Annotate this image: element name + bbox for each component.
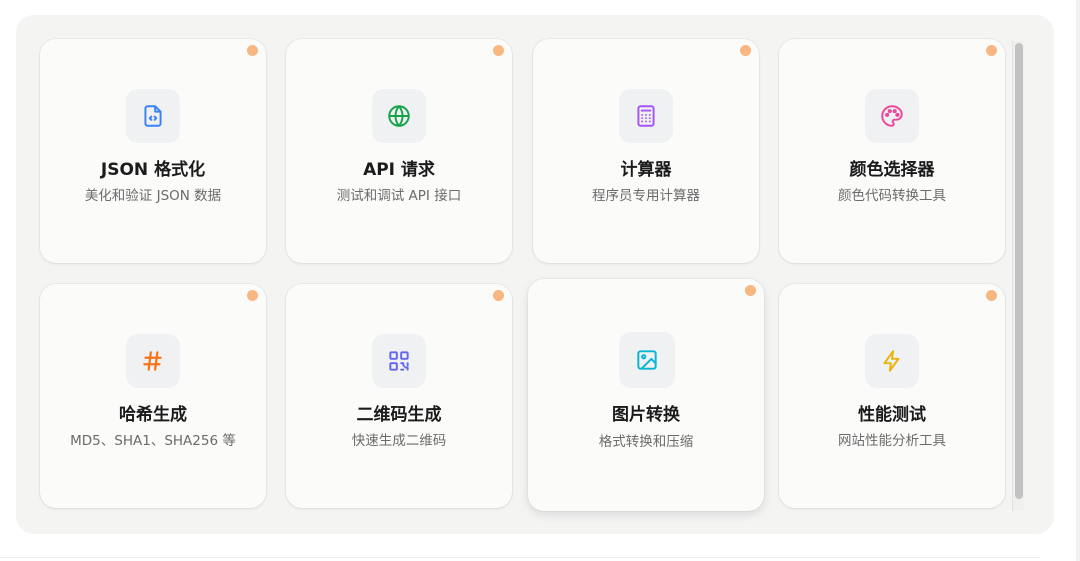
tool-card-color-picker[interactable]: 颜色选择器 颜色代码转换工具 — [779, 39, 1005, 263]
hash-icon — [126, 334, 180, 388]
tool-title: 二维码生成 — [356, 405, 442, 425]
tool-subtitle: 网站性能分析工具 — [838, 433, 946, 449]
tool-title: 性能测试 — [858, 405, 926, 425]
qr-code-icon — [372, 334, 426, 388]
tool-title: 计算器 — [620, 160, 672, 180]
tool-subtitle: MD5、SHA1、SHA256 等 — [70, 433, 236, 449]
tool-subtitle: 格式转换和压缩 — [598, 434, 694, 450]
tool-subtitle: 颜色代码转换工具 — [838, 188, 946, 204]
scrollbar-thumb[interactable] — [1015, 43, 1023, 499]
tools-grid: JSON 格式化 美化和验证 JSON 数据 API 请求 测试和调试 API … — [40, 39, 1006, 511]
tools-panel: JSON 格式化 美化和验证 JSON 数据 API 请求 测试和调试 API … — [16, 15, 1054, 534]
status-dot — [745, 285, 756, 296]
divider — [0, 557, 1040, 558]
scrollbar[interactable] — [1012, 41, 1024, 511]
tool-card-calculator[interactable]: 计算器 程序员专用计算器 — [533, 39, 759, 263]
globe-icon — [372, 89, 426, 143]
status-dot — [986, 290, 997, 301]
tool-card-json[interactable]: JSON 格式化 美化和验证 JSON 数据 — [40, 39, 266, 263]
tool-card-image-convert[interactable]: 图片转换 格式转换和压缩 — [528, 279, 764, 511]
status-dot — [493, 290, 504, 301]
tool-title: 图片转换 — [612, 405, 680, 425]
tool-card-performance[interactable]: 性能测试 网站性能分析工具 — [779, 284, 1005, 508]
tool-card-qrcode[interactable]: 二维码生成 快速生成二维码 — [286, 284, 512, 508]
calculator-icon — [619, 89, 673, 143]
status-dot — [247, 45, 258, 56]
tool-title: API 请求 — [363, 160, 435, 180]
status-dot — [247, 290, 258, 301]
tool-subtitle: 测试和调试 API 接口 — [336, 188, 462, 204]
image-icon — [619, 332, 675, 388]
tool-card-api[interactable]: API 请求 测试和调试 API 接口 — [286, 39, 512, 263]
tool-title: JSON 格式化 — [100, 160, 206, 180]
window-edge — [1076, 0, 1080, 561]
tool-subtitle: 快速生成二维码 — [351, 433, 447, 449]
tool-title: 颜色选择器 — [849, 160, 935, 180]
lightning-icon — [865, 334, 919, 388]
tool-subtitle: 程序员专用计算器 — [592, 188, 700, 204]
palette-icon — [865, 89, 919, 143]
tool-title: 哈希生成 — [119, 405, 187, 425]
status-dot — [740, 45, 751, 56]
tool-card-hash[interactable]: 哈希生成 MD5、SHA1、SHA256 等 — [40, 284, 266, 508]
status-dot — [493, 45, 504, 56]
status-dot — [986, 45, 997, 56]
tool-subtitle: 美化和验证 JSON 数据 — [84, 188, 222, 204]
file-code-icon — [126, 89, 180, 143]
